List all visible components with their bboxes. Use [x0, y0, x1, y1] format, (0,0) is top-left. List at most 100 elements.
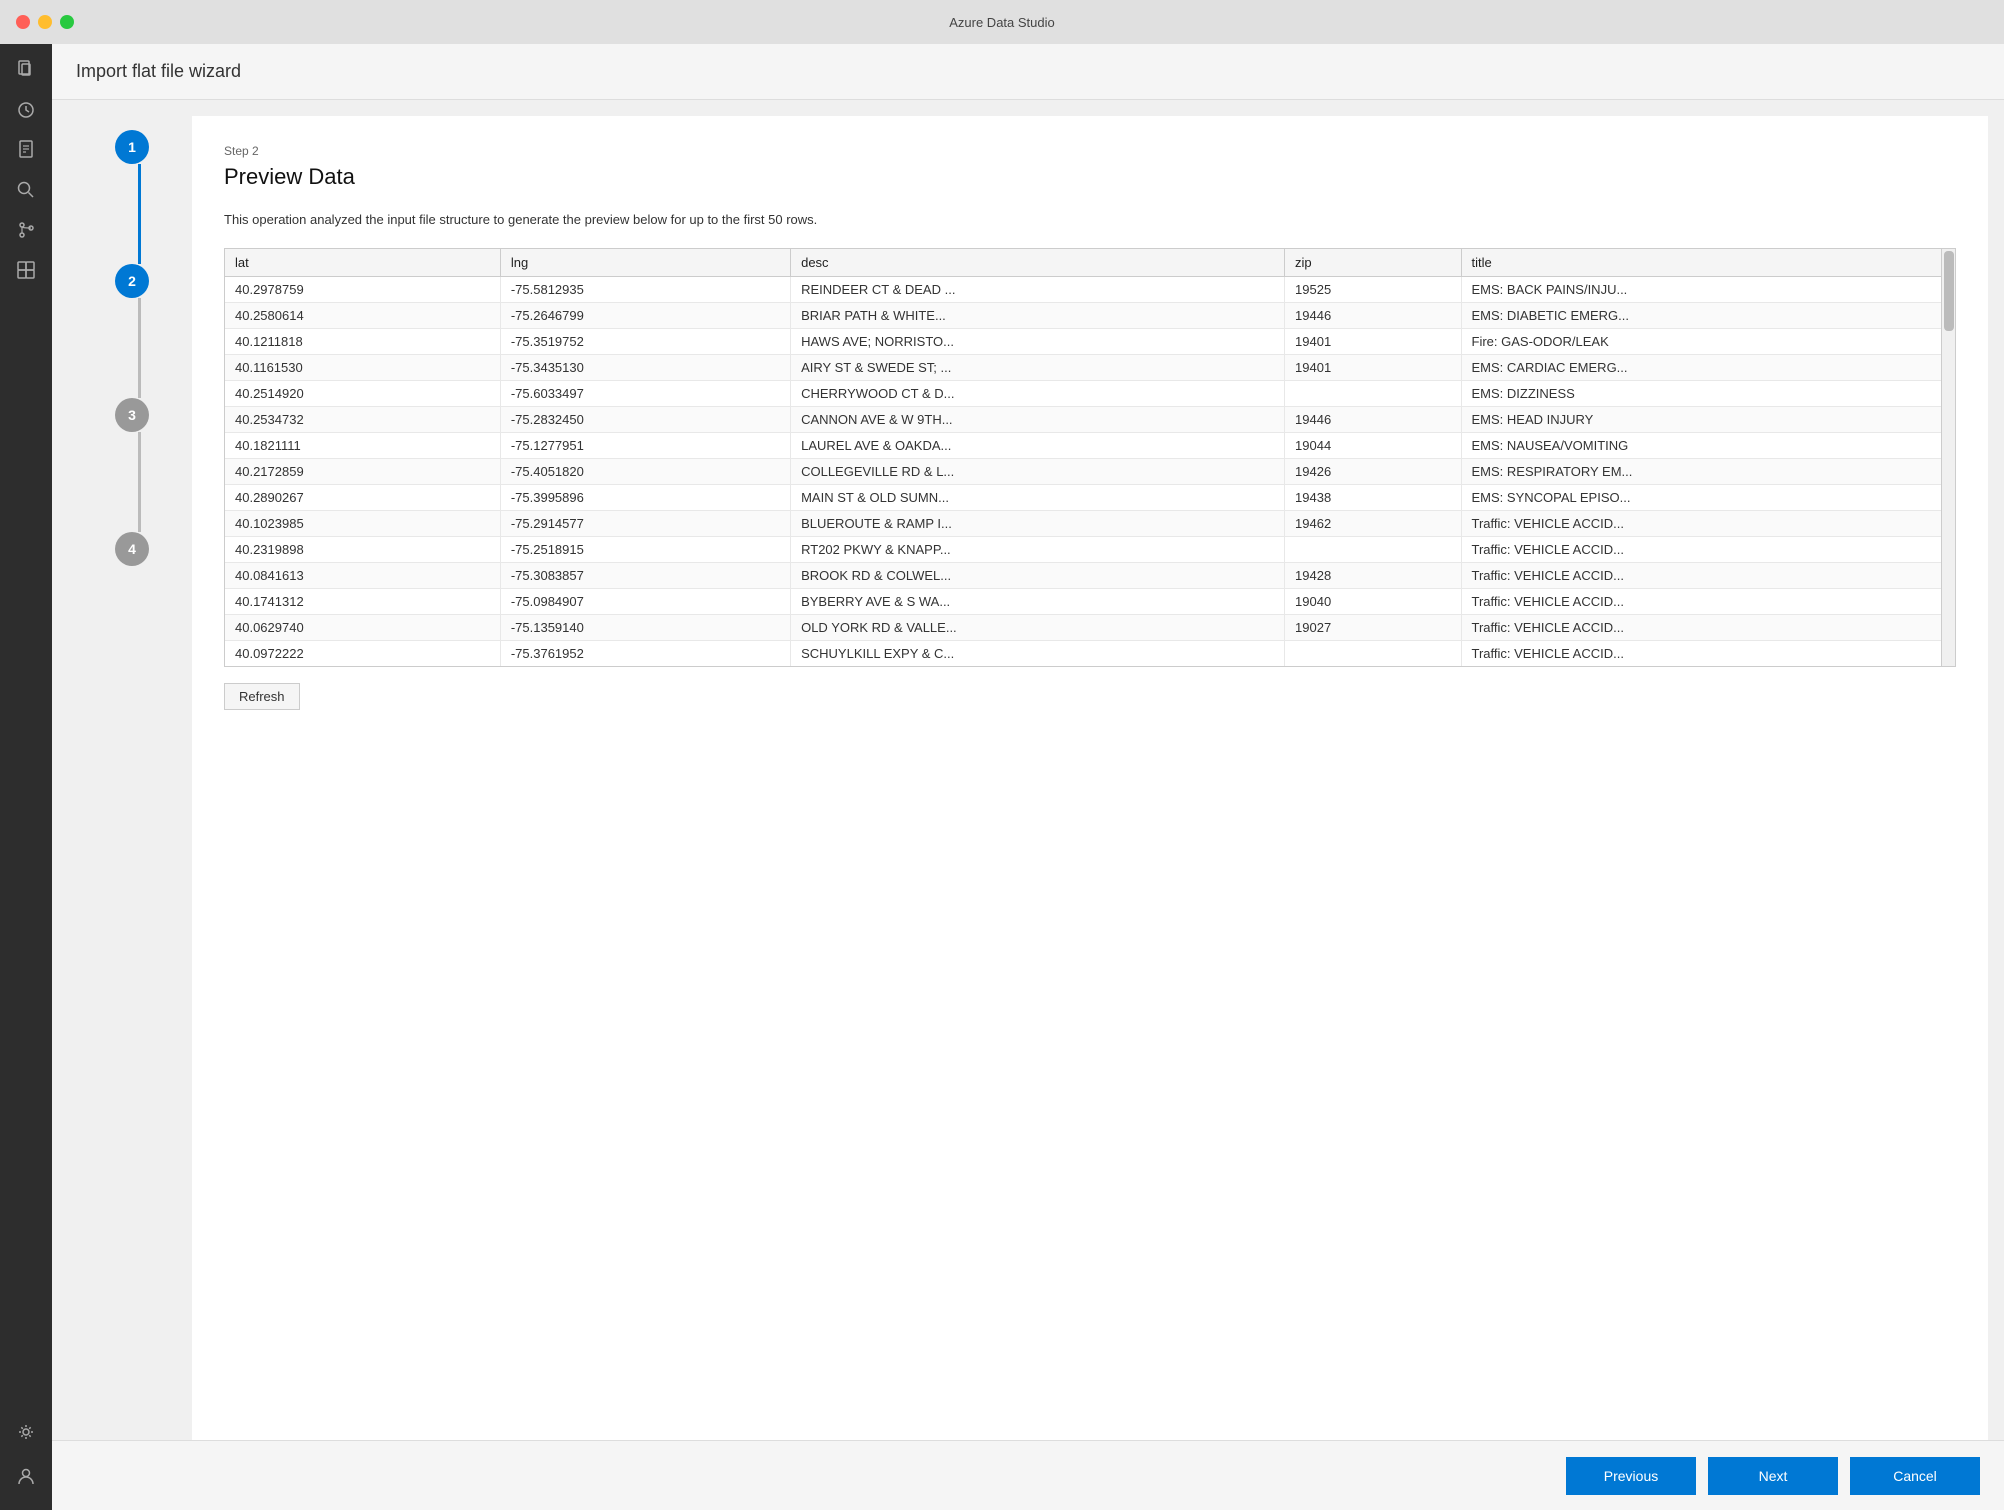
table-cell: Traffic: VEHICLE ACCID... — [1461, 536, 1955, 562]
table-row: 40.1821111-75.1277951LAUREL AVE & OAKDA.… — [225, 432, 1955, 458]
sidebar-icon-files[interactable] — [8, 52, 44, 88]
table-row: 40.0629740-75.1359140OLD YORK RD & VALLE… — [225, 614, 1955, 640]
table-cell: EMS: SYNCOPAL EPISO... — [1461, 484, 1955, 510]
maximize-button[interactable] — [60, 15, 74, 29]
table-cell: EMS: NAUSEA/VOMITING — [1461, 432, 1955, 458]
sidebar-icon-account[interactable] — [8, 1458, 44, 1494]
col-header-lng: lng — [500, 249, 790, 277]
table-row: 40.1211818-75.3519752HAWS AVE; NORRISTO.… — [225, 328, 1955, 354]
table-cell: 19044 — [1285, 432, 1461, 458]
table-scrollbar[interactable] — [1941, 249, 1955, 666]
table-cell — [1285, 380, 1461, 406]
table-row: 40.2319898-75.2518915RT202 PKWY & KNAPP.… — [225, 536, 1955, 562]
table-cell: 40.1161530 — [225, 354, 500, 380]
table-cell: -75.1359140 — [500, 614, 790, 640]
table-cell: 40.1023985 — [225, 510, 500, 536]
table-row: 40.2580614-75.2646799BRIAR PATH & WHITE.… — [225, 302, 1955, 328]
table-cell: 40.1821111 — [225, 432, 500, 458]
app-title: Azure Data Studio — [949, 15, 1055, 30]
window-controls[interactable] — [16, 15, 74, 29]
step-circle-2: 2 — [115, 264, 149, 298]
col-header-lat: lat — [225, 249, 500, 277]
table-row: 40.1161530-75.3435130AIRY ST & SWEDE ST;… — [225, 354, 1955, 380]
table-cell: 40.0629740 — [225, 614, 500, 640]
content-area: Import flat file wizard 1 2 3 4 — [52, 44, 2004, 1510]
sidebar-icon-document[interactable] — [8, 132, 44, 168]
table-cell: 19040 — [1285, 588, 1461, 614]
table-cell: -75.6033497 — [500, 380, 790, 406]
table-row: 40.0841613-75.3083857BROOK RD & COLWEL..… — [225, 562, 1955, 588]
table-cell: Fire: GAS-ODOR/LEAK — [1461, 328, 1955, 354]
sidebar-bottom — [8, 1414, 44, 1510]
table-cell — [1285, 640, 1461, 666]
minimize-button[interactable] — [38, 15, 52, 29]
table-cell: 19462 — [1285, 510, 1461, 536]
sidebar-icon-search[interactable] — [8, 172, 44, 208]
table-cell: COLLEGEVILLE RD & L... — [791, 458, 1285, 484]
table-cell: -75.4051820 — [500, 458, 790, 484]
step-connector-3-4 — [138, 432, 141, 532]
previous-button[interactable]: Previous — [1566, 1457, 1696, 1495]
wizard-body: 1 2 3 4 Step 2 Preview Data This o — [52, 100, 2004, 1440]
table-cell: EMS: RESPIRATORY EM... — [1461, 458, 1955, 484]
step-circle-4: 4 — [115, 532, 149, 566]
next-button[interactable]: Next — [1708, 1457, 1838, 1495]
table-cell: Traffic: VEHICLE ACCID... — [1461, 614, 1955, 640]
table-cell: 19027 — [1285, 614, 1461, 640]
table-cell: 19525 — [1285, 276, 1461, 302]
table-cell: EMS: DIZZINESS — [1461, 380, 1955, 406]
table-cell: -75.3761952 — [500, 640, 790, 666]
table-cell: Traffic: VEHICLE ACCID... — [1461, 510, 1955, 536]
sidebar-icon-settings[interactable] — [8, 1414, 44, 1450]
table-row: 40.1741312-75.0984907BYBERRY AVE & S WA.… — [225, 588, 1955, 614]
table-cell: 19428 — [1285, 562, 1461, 588]
step-item-1: 1 — [115, 130, 149, 164]
table-cell: Traffic: VEHICLE ACCID... — [1461, 562, 1955, 588]
table-cell: 40.0972222 — [225, 640, 500, 666]
table-row: 40.0972222-75.3761952SCHUYLKILL EXPY & C… — [225, 640, 1955, 666]
table-cell: CHERRYWOOD CT & D... — [791, 380, 1285, 406]
table-cell: 19401 — [1285, 328, 1461, 354]
sidebar-icon-git[interactable] — [8, 212, 44, 248]
wizard-header: Import flat file wizard — [52, 44, 2004, 100]
table-cell: 40.2514920 — [225, 380, 500, 406]
table-cell: 40.2534732 — [225, 406, 500, 432]
table-scroll-thumb[interactable] — [1944, 251, 1954, 331]
table-cell: BRIAR PATH & WHITE... — [791, 302, 1285, 328]
table-cell: 19446 — [1285, 406, 1461, 432]
main-content: Step 2 Preview Data This operation analy… — [192, 116, 1988, 1440]
table-cell: SCHUYLKILL EXPY & C... — [791, 640, 1285, 666]
col-header-zip: zip — [1285, 249, 1461, 277]
table-cell: BYBERRY AVE & S WA... — [791, 588, 1285, 614]
description-text: This operation analyzed the input file s… — [224, 210, 1956, 230]
wizard-title: Import flat file wizard — [76, 61, 241, 82]
sidebar-icon-history[interactable] — [8, 92, 44, 128]
table-cell: -75.1277951 — [500, 432, 790, 458]
cancel-button[interactable]: Cancel — [1850, 1457, 1980, 1495]
table-cell: 19426 — [1285, 458, 1461, 484]
table-cell: -75.3519752 — [500, 328, 790, 354]
table-cell: -75.2518915 — [500, 536, 790, 562]
table-cell: -75.3995896 — [500, 484, 790, 510]
table-row: 40.2534732-75.2832450CANNON AVE & W 9TH.… — [225, 406, 1955, 432]
refresh-button[interactable]: Refresh — [224, 683, 300, 710]
table-cell: 40.1741312 — [225, 588, 500, 614]
table-cell: -75.2646799 — [500, 302, 790, 328]
close-button[interactable] — [16, 15, 30, 29]
step-item-2: 2 — [115, 264, 149, 298]
table-cell: REINDEER CT & DEAD ... — [791, 276, 1285, 302]
sidebar-icon-extensions[interactable] — [8, 252, 44, 288]
step-connector-2-3 — [138, 298, 141, 398]
col-header-title: title — [1461, 249, 1955, 277]
table-cell: 40.2580614 — [225, 302, 500, 328]
table-row: 40.2172859-75.4051820COLLEGEVILLE RD & L… — [225, 458, 1955, 484]
table-row: 40.2890267-75.3995896MAIN ST & OLD SUMN.… — [225, 484, 1955, 510]
table-cell: 40.2890267 — [225, 484, 500, 510]
data-table: lat lng desc zip title 40.2978759-75.581… — [225, 249, 1955, 666]
table-cell: -75.2832450 — [500, 406, 790, 432]
table-cell: RT202 PKWY & KNAPP... — [791, 536, 1285, 562]
table-cell: 40.1211818 — [225, 328, 500, 354]
table-cell: -75.0984907 — [500, 588, 790, 614]
table-cell: EMS: BACK PAINS/INJU... — [1461, 276, 1955, 302]
table-cell: LAUREL AVE & OAKDA... — [791, 432, 1285, 458]
